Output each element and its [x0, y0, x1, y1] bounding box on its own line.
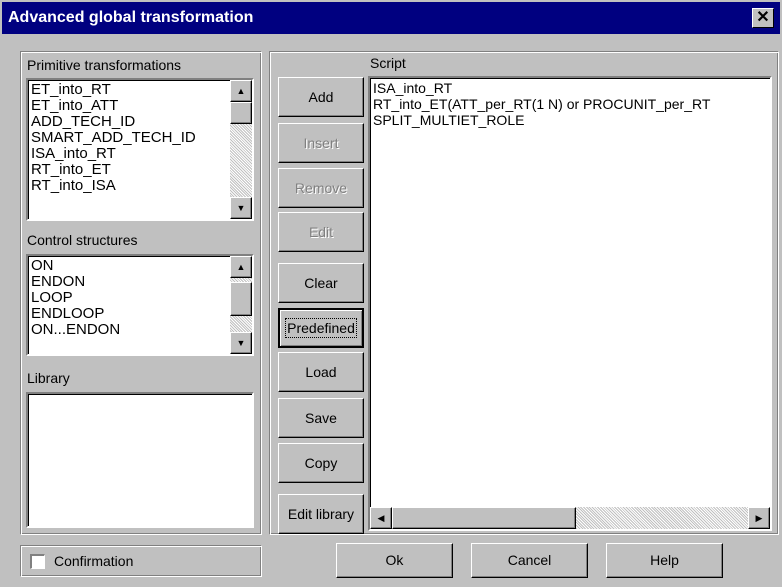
list-item[interactable]: ON [31, 258, 120, 274]
scroll-thumb[interactable] [230, 282, 252, 316]
list-item[interactable]: ET_into_ATT [31, 98, 196, 114]
list-item[interactable]: ON...ENDON [31, 322, 120, 338]
clear-button[interactable]: Clear [278, 263, 364, 303]
scroll-up-icon[interactable]: ▲ [230, 80, 252, 102]
list-item[interactable]: ISA_into_RT [31, 146, 196, 162]
confirmation-checkbox[interactable] [30, 554, 45, 569]
primitive-scrollbar[interactable]: ▲ ▼ [230, 80, 252, 219]
library-label: Library [27, 370, 70, 386]
list-item[interactable]: ENDON [31, 274, 120, 290]
list-item[interactable]: SMART_ADD_TECH_ID [31, 130, 196, 146]
edit-button[interactable]: Edit [278, 212, 364, 252]
script-horizontal-scrollbar[interactable]: ◀ ▶ [370, 507, 770, 529]
list-item[interactable]: ADD_TECH_ID [31, 114, 196, 130]
control-structures-list[interactable]: ON ENDON LOOP ENDLOOP ON...ENDON ▲ ▼ [26, 254, 254, 356]
script-lines: ISA_into_RT RT_into_ET(ATT_per_RT(1 N) or… [373, 80, 710, 128]
ok-button[interactable]: Ok [336, 543, 453, 578]
insert-button[interactable]: Insert [278, 123, 364, 163]
list-item[interactable]: RT_into_ISA [31, 178, 196, 194]
scroll-up-icon[interactable]: ▲ [230, 256, 252, 278]
close-icon[interactable]: ✕ [752, 8, 774, 28]
primitive-transformations-label: Primitive transformations [27, 57, 182, 73]
script-line[interactable]: SPLIT_MULTIET_ROLE [373, 112, 710, 128]
control-items: ON ENDON LOOP ENDLOOP ON...ENDON [31, 258, 120, 338]
primitive-transformations-list[interactable]: ET_into_RT ET_into_ATT ADD_TECH_ID SMART_AD… [26, 78, 254, 221]
save-button[interactable]: Save [278, 398, 364, 438]
scroll-thumb[interactable] [230, 102, 252, 124]
title-bar[interactable]: Advanced global transformation ✕ [2, 2, 780, 34]
list-item[interactable]: ENDLOOP [31, 306, 120, 322]
list-item[interactable]: RT_into_ET [31, 162, 196, 178]
scroll-down-icon[interactable]: ▼ [230, 332, 252, 354]
scroll-thumb[interactable] [392, 507, 576, 529]
cancel-button[interactable]: Cancel [471, 543, 588, 578]
edit-library-button[interactable]: Edit library [278, 494, 364, 534]
scroll-left-icon[interactable]: ◀ [370, 507, 392, 529]
script-line[interactable]: RT_into_ET(ATT_per_RT(1 N) or PROCUNIT_p… [373, 96, 710, 112]
predefined-button[interactable]: Predefined [278, 308, 364, 348]
list-item[interactable]: LOOP [31, 290, 120, 306]
scroll-right-icon[interactable]: ▶ [748, 507, 770, 529]
library-list[interactable] [26, 392, 254, 528]
script-line[interactable]: ISA_into_RT [373, 80, 710, 96]
control-scrollbar[interactable]: ▲ ▼ [230, 256, 252, 354]
primitive-items: ET_into_RT ET_into_ATT ADD_TECH_ID SMART_AD… [31, 82, 196, 194]
copy-button[interactable]: Copy [278, 443, 364, 483]
script-label: Script [370, 55, 406, 71]
control-structures-label: Control structures [27, 232, 138, 248]
add-button[interactable]: Add [278, 77, 364, 117]
window-title: Advanced global transformation [8, 9, 254, 26]
dialog-window: Advanced global transformation ✕ Primiti… [0, 0, 782, 587]
confirmation-label[interactable]: Confirmation [54, 553, 133, 569]
remove-button[interactable]: Remove [278, 168, 364, 208]
help-button[interactable]: Help [606, 543, 723, 578]
scroll-down-icon[interactable]: ▼ [230, 197, 252, 219]
script-textarea[interactable]: ISA_into_RT RT_into_ET(ATT_per_RT(1 N) or… [368, 76, 772, 531]
list-item[interactable]: ET_into_RT [31, 82, 196, 98]
load-button[interactable]: Load [278, 352, 364, 392]
